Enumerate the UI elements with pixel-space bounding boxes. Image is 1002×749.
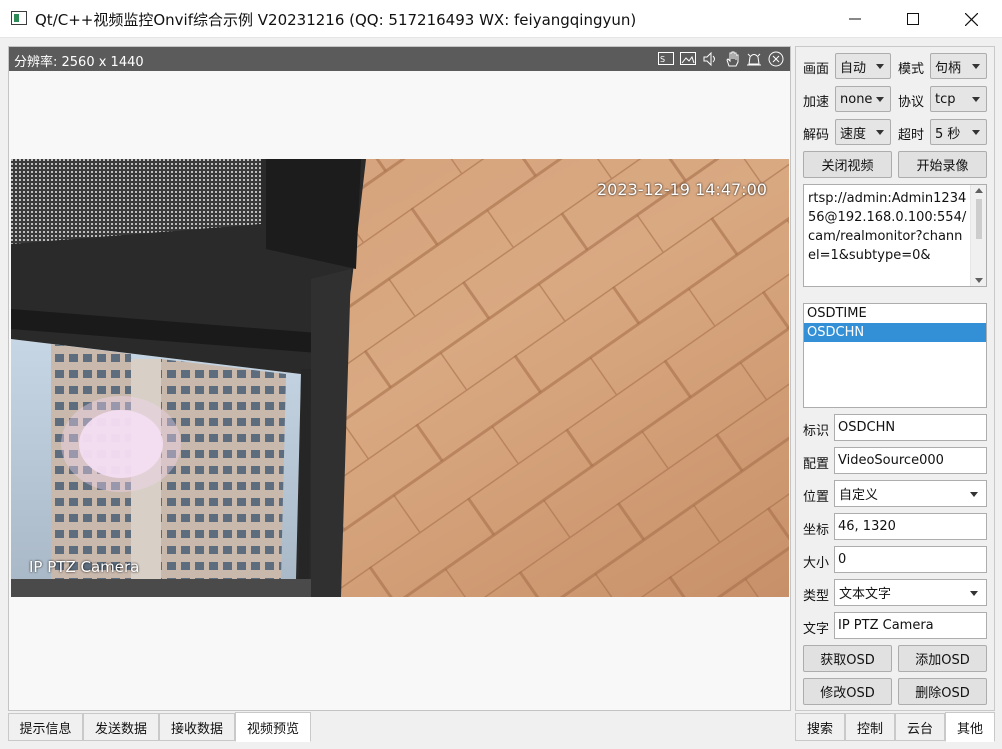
mode-label: 模式 xyxy=(898,62,925,77)
type-select[interactable]: 文本文字 xyxy=(834,579,987,606)
tab-ptz[interactable]: 云台 xyxy=(895,713,945,741)
type-select-value: 文本文字 xyxy=(839,587,892,602)
close-circle-icon[interactable] xyxy=(767,50,785,68)
maximize-icon xyxy=(907,13,919,25)
id-field[interactable]: OSDCHN xyxy=(834,414,987,441)
hand-icon[interactable] xyxy=(723,50,741,68)
timeout-label: 超时 xyxy=(898,128,925,143)
start-record-button[interactable]: 开始录像 xyxy=(898,151,987,178)
position-label: 位置 xyxy=(803,490,830,505)
add-osd-button[interactable]: 添加OSD xyxy=(898,645,987,672)
decode-select[interactable]: 速度 xyxy=(835,119,891,145)
minimize-button[interactable] xyxy=(826,0,884,38)
get-osd-button[interactable]: 获取OSD xyxy=(803,645,892,672)
list-item[interactable]: OSDTIME xyxy=(804,304,986,323)
close-window-button[interactable] xyxy=(942,0,1000,38)
tab-control[interactable]: 控制 xyxy=(845,713,895,741)
size-field[interactable]: 0 xyxy=(834,546,987,573)
osd-channel-overlay: IP PTZ Camera xyxy=(29,558,140,576)
maximize-button[interactable] xyxy=(884,0,942,38)
config-label: 配置 xyxy=(803,457,830,472)
url-scrollbar[interactable] xyxy=(970,185,986,286)
decode-select-value: 速度 xyxy=(840,126,867,142)
tab-send-data[interactable]: 发送数据 xyxy=(83,713,159,741)
app-icon xyxy=(11,11,27,25)
image-icon[interactable] xyxy=(679,50,697,68)
coord-label: 坐标 xyxy=(803,523,830,538)
size-label: 大小 xyxy=(803,556,830,571)
config-field[interactable]: VideoSource000 xyxy=(834,447,987,474)
accel-select-value: none xyxy=(840,91,873,107)
protocol-label: 协议 xyxy=(898,95,925,110)
timeout-select-value: 5 秒 xyxy=(935,126,961,142)
resolution-label: 分辨率: 2560 x 1440 xyxy=(14,55,144,70)
id-label: 标识 xyxy=(803,424,830,439)
url-textarea[interactable]: rtsp://admin:Admin123456@192.168.0.100:5… xyxy=(803,184,987,287)
accel-select[interactable]: none xyxy=(835,86,891,112)
mode-select-value: 句柄 xyxy=(935,60,962,76)
close-video-button[interactable]: 关闭视频 xyxy=(803,151,892,178)
tab-info[interactable]: 提示信息 xyxy=(8,713,83,741)
picture-label: 画面 xyxy=(803,62,830,77)
osd-time-overlay: 2023-12-19 14:47:00 xyxy=(597,180,767,199)
position-select[interactable]: 自定义 xyxy=(834,480,987,507)
list-item-selected[interactable]: OSDCHN xyxy=(804,323,986,342)
video-frame[interactable] xyxy=(11,159,789,597)
picture-select[interactable]: 自动 xyxy=(835,53,891,79)
tab-video-preview[interactable]: 视频预览 xyxy=(235,712,311,742)
close-icon xyxy=(964,12,978,26)
alarm-icon[interactable] xyxy=(745,50,763,68)
picture-select-value: 自动 xyxy=(840,60,867,76)
timeout-select[interactable]: 5 秒 xyxy=(930,119,987,145)
svg-text:S: S xyxy=(660,55,665,64)
tab-search[interactable]: 搜索 xyxy=(795,713,845,741)
decode-label: 解码 xyxy=(803,128,830,143)
delete-osd-button[interactable]: 删除OSD xyxy=(898,678,987,705)
camera-image xyxy=(11,159,789,597)
window-title: Qt/C++视频监控Onvif综合示例 V20231216 (QQ: 51721… xyxy=(35,11,637,29)
osd-list[interactable]: OSDTIME OSDCHN xyxy=(803,303,987,408)
text-field[interactable]: IP PTZ Camera xyxy=(834,612,987,639)
accel-label: 加速 xyxy=(803,95,830,110)
tab-other[interactable]: 其他 xyxy=(945,712,995,742)
tab-receive-data[interactable]: 接收数据 xyxy=(159,713,235,741)
modify-osd-button[interactable]: 修改OSD xyxy=(803,678,892,705)
protocol-select[interactable]: tcp xyxy=(930,86,987,112)
protocol-select-value: tcp xyxy=(935,91,956,107)
speaker-icon[interactable] xyxy=(701,50,719,68)
mode-select[interactable]: 句柄 xyxy=(930,53,987,79)
type-label: 类型 xyxy=(803,589,830,604)
minimize-icon xyxy=(849,18,861,20)
coord-field[interactable]: 46, 1320 xyxy=(834,513,987,540)
position-select-value: 自定义 xyxy=(839,488,879,503)
text-label: 文字 xyxy=(803,622,830,637)
snapshot-icon[interactable]: S xyxy=(657,50,675,68)
